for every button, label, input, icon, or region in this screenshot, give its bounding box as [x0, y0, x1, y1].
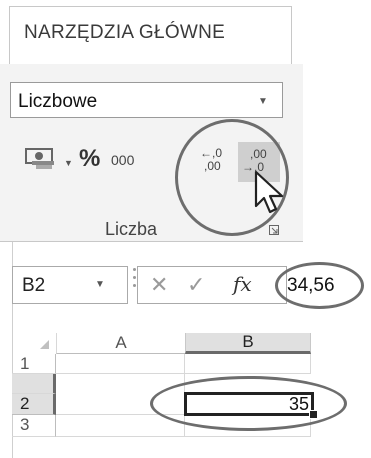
- cell-a1[interactable]: [56, 354, 185, 374]
- number-group-label: Liczba: [105, 219, 158, 239]
- insert-function-icon[interactable]: fx: [233, 272, 252, 296]
- name-box-value: B2: [22, 275, 46, 296]
- dialog-launcher-icon[interactable]: [269, 222, 279, 235]
- resize-handle-icon[interactable]: [133, 268, 136, 271]
- cell-b1[interactable]: [185, 354, 311, 374]
- ribbon-divider: [0, 241, 303, 242]
- cancel-icon[interactable]: ✕: [150, 272, 168, 298]
- resize-handle-icon[interactable]: [133, 284, 136, 287]
- row-header-1[interactable]: 1: [12, 354, 56, 374]
- chevron-down-icon[interactable]: ▼: [258, 96, 268, 107]
- row-header-2-spacer: [12, 374, 56, 394]
- column-header-a[interactable]: A: [56, 333, 185, 354]
- select-all-corner[interactable]: [12, 333, 56, 354]
- column-header-b[interactable]: B: [185, 333, 311, 354]
- row-header-2[interactable]: 2: [12, 394, 56, 415]
- enter-icon[interactable]: ✓: [187, 272, 205, 298]
- row-header-3[interactable]: 3: [12, 415, 56, 437]
- tab-home-label: NARZĘDZIA GŁÓWNE: [24, 22, 226, 43]
- chevron-down-icon[interactable]: ▼: [64, 158, 73, 168]
- mouse-cursor-icon: [252, 170, 288, 221]
- highlight-circle: [275, 262, 364, 309]
- chevron-down-icon[interactable]: ▼: [95, 279, 105, 290]
- select-all-icon[interactable]: [40, 340, 49, 349]
- comma-style-button[interactable]: 000: [111, 152, 134, 168]
- accounting-format-icon[interactable]: [24, 145, 58, 171]
- percent-style-button[interactable]: %: [79, 145, 100, 173]
- highlight-circle: [150, 376, 347, 431]
- resize-handle-icon[interactable]: [133, 276, 136, 279]
- number-format-value: Liczbowe: [18, 91, 98, 112]
